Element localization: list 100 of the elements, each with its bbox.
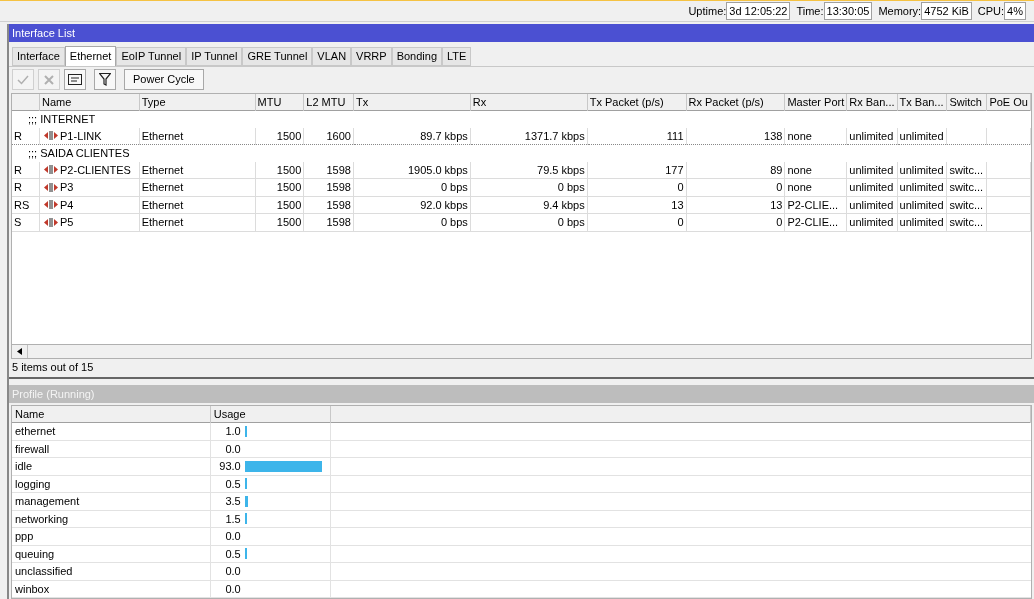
checkmark-icon [17, 73, 29, 86]
flags-cell: S [12, 213, 40, 231]
table-cell: unlimited [899, 198, 944, 211]
table-cell: none [787, 163, 812, 176]
usage-bar [244, 425, 247, 437]
table-cell: 1500 [276, 163, 302, 176]
power-cycle-button[interactable]: Power Cycle [124, 69, 204, 90]
table-cell: unlimited [899, 129, 944, 142]
usage-bar [244, 495, 248, 507]
status-label: Uptime: [688, 3, 727, 19]
table-cell: firewall [15, 442, 50, 455]
usage-value: 0.0 [224, 441, 241, 457]
column-header[interactable]: PoE Ou [986, 93, 1031, 111]
table-cell-text: P4 [60, 197, 74, 213]
comment-text: ;;; INTERNET [28, 113, 96, 125]
table-cell: switc... [949, 163, 984, 176]
close-icon [43, 73, 55, 86]
tab[interactable]: EoIP Tunnel [116, 46, 187, 66]
column-header[interactable]: Tx Ban... [897, 93, 947, 111]
column-header[interactable]: Rx Ban... [846, 93, 897, 111]
usage-bar [244, 478, 247, 490]
column-header[interactable]: MTU [255, 93, 304, 111]
table-cell: queuing [15, 547, 55, 560]
usage-value: 0.0 [224, 564, 241, 579]
status-value-field: 13:30:05 [823, 1, 873, 20]
usage-value: 1.0 [224, 424, 241, 439]
column-header[interactable]: Type [139, 93, 255, 111]
left-arrow-icon [17, 347, 22, 355]
table-cell: 1500 [276, 216, 302, 228]
table-cell: 1598 [326, 198, 351, 211]
table-cell: none [787, 129, 812, 142]
table-cell: 177 [665, 163, 684, 176]
column-header[interactable]: Rx [470, 93, 588, 111]
table-cell: unlimited [849, 181, 894, 193]
column-header[interactable]: Tx Packet (p/s) [587, 93, 687, 111]
flags-cell: RS [12, 196, 40, 214]
table-cell: unlimited [899, 163, 944, 176]
table-cell: unlimited [849, 163, 894, 176]
tab[interactable]: GRE Tunnel [242, 46, 313, 66]
table-cell: Ethernet [141, 129, 184, 142]
table-cell: ppp [15, 530, 34, 542]
items-count: 5 items out of 15 [12, 360, 94, 376]
tab[interactable]: LTE [442, 46, 472, 66]
table-cell: 0 bps [440, 216, 468, 228]
tab[interactable]: Interface [12, 46, 65, 66]
table-cell: none [787, 181, 812, 193]
tab[interactable]: VLAN [312, 46, 352, 66]
column-header[interactable]: Master Port [784, 93, 847, 111]
interface-icon [44, 182, 59, 192]
table-cell: 1371.7 kbps [524, 129, 585, 142]
status-value-field: 4752 KiB [921, 1, 972, 20]
table-cell: management [15, 495, 80, 507]
status-value-field: 4% [1004, 1, 1026, 20]
table-cell: 89.7 kbps [420, 129, 468, 142]
tab[interactable]: Ethernet [64, 45, 117, 66]
column-header[interactable]: Rx Packet (p/s) [686, 93, 785, 111]
table-cell: 0 bps [557, 216, 585, 228]
status-value-field: 3d 12:05:22 [726, 1, 791, 20]
table-cell: switc... [949, 181, 984, 193]
table-cell: 0 bps [557, 181, 585, 193]
toolbar-button[interactable] [64, 69, 86, 90]
table-cell: 79.5 kbps [537, 163, 585, 176]
table-cell: unlimited [849, 129, 894, 142]
table-cell: 9.4 kbps [543, 198, 585, 211]
usage-value: 3.5 [224, 494, 241, 509]
table-cell: 0 [677, 216, 684, 228]
table-cell-text: P3 [60, 180, 74, 195]
table-cell: logging [15, 477, 51, 490]
table-cell: Ethernet [141, 216, 184, 228]
tab[interactable]: Bonding [391, 46, 443, 66]
interface-icon [44, 165, 59, 175]
flags-cell: R [12, 178, 40, 196]
table-cell: Ethernet [141, 181, 184, 193]
table-cell: 1500 [276, 198, 302, 211]
window-title: Interface List [9, 23, 1034, 42]
flags-cell: R [12, 127, 40, 145]
column-header[interactable]: Name [39, 93, 140, 111]
toolbar-button[interactable] [94, 69, 116, 90]
column-header[interactable]: Tx [353, 93, 471, 111]
table-cell: 1600 [326, 129, 351, 142]
table-cell: switc... [949, 198, 984, 211]
table-cell: winbox [15, 582, 50, 595]
column-header[interactable]: Name [12, 405, 211, 423]
table-cell: unlimited [849, 216, 894, 228]
column-header[interactable]: Switch [946, 93, 987, 111]
tab[interactable]: IP Tunnel [186, 46, 243, 66]
filter-icon [99, 73, 111, 86]
usage-value: 0.0 [224, 529, 241, 544]
table-cell: 1905.0 kbps [407, 163, 468, 176]
table-cell: idle [15, 460, 33, 472]
status-label: CPU: [977, 3, 1005, 19]
note-icon [68, 74, 82, 85]
table-cell: Ethernet [141, 198, 184, 211]
column-header[interactable]: Usage [210, 405, 331, 423]
flags-cell: R [12, 161, 40, 179]
column-header[interactable]: L2 MTU [303, 93, 354, 111]
table-cell: 1500 [276, 181, 302, 193]
tab[interactable]: VRRP [351, 46, 392, 66]
table-cell: unlimited [899, 216, 944, 228]
table-cell: 13 [770, 198, 783, 211]
